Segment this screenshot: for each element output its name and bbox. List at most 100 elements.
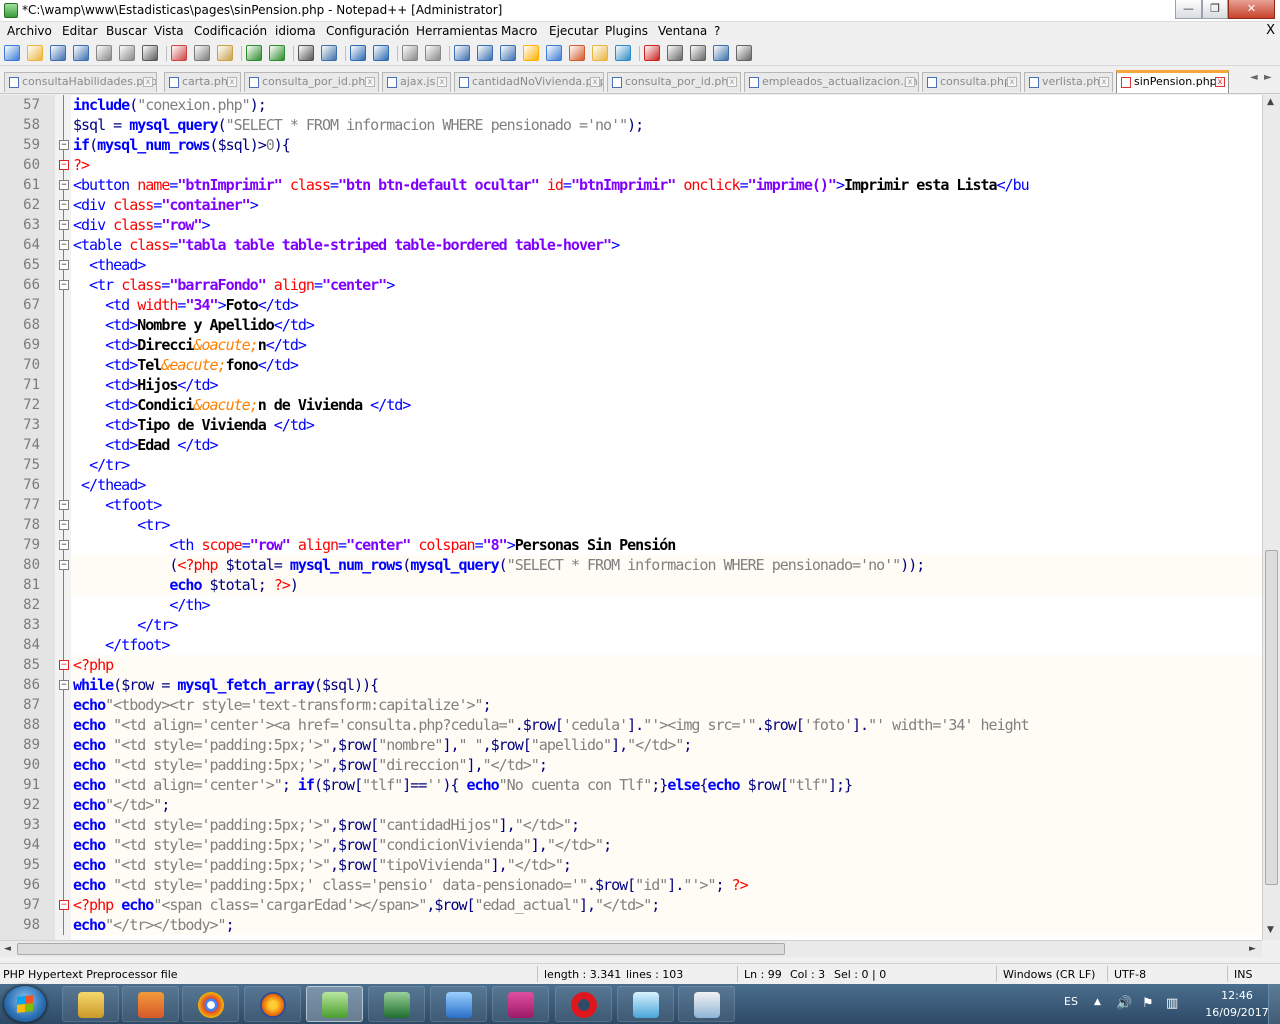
tab-close-icon[interactable]: x bbox=[905, 77, 915, 87]
tab-close-icon[interactable]: x bbox=[437, 77, 447, 87]
fold-toggle-icon[interactable]: − bbox=[59, 260, 69, 270]
taskbar-excel-notepad[interactable] bbox=[368, 986, 425, 1022]
tab-scroll-left-icon[interactable]: ◄ bbox=[1250, 72, 1258, 83]
sync-v-icon[interactable] bbox=[402, 45, 418, 61]
taskbar-notepad-plus-plus[interactable] bbox=[306, 986, 363, 1022]
show-desktop-button[interactable] bbox=[1268, 984, 1280, 1024]
fold-toggle-icon[interactable]: − bbox=[59, 280, 69, 290]
menu-help[interactable]: ? bbox=[714, 24, 720, 38]
menu-plugins[interactable]: Plugins bbox=[605, 24, 648, 38]
menu-codificacion[interactable]: Codificación bbox=[194, 24, 267, 38]
code-editor[interactable]: 57 include("conexion.php"); 58 $sql = mysql… bbox=[0, 95, 1262, 940]
sync-h-icon[interactable] bbox=[425, 45, 441, 61]
tab-1[interactable]: carta.php x bbox=[164, 72, 241, 92]
tray-expand-icon[interactable]: ▲ bbox=[1094, 997, 1101, 1007]
close-icon[interactable] bbox=[96, 45, 112, 61]
new-file-icon[interactable] bbox=[4, 45, 20, 61]
clock-date[interactable]: 16/09/2017 bbox=[1202, 1006, 1272, 1019]
volume-icon[interactable]: 🔊 bbox=[1116, 996, 1132, 1011]
close-all-icon[interactable] bbox=[119, 45, 135, 61]
fold-toggle-icon[interactable]: − bbox=[59, 900, 69, 910]
tab-scroll-right-icon[interactable]: ► bbox=[1264, 72, 1272, 83]
tab-close-icon[interactable]: x bbox=[227, 77, 237, 87]
doc-map-icon[interactable] bbox=[546, 45, 562, 61]
menu-macro[interactable]: Macro bbox=[501, 24, 537, 38]
find-icon[interactable] bbox=[298, 45, 314, 61]
tab-7[interactable]: consulta.php x bbox=[922, 72, 1021, 92]
zoom-out-icon[interactable] bbox=[373, 45, 389, 61]
fold-toggle-icon[interactable]: − bbox=[59, 560, 69, 570]
folder-workspace-icon[interactable] bbox=[592, 45, 608, 61]
taskbar-glass-window[interactable] bbox=[617, 986, 674, 1022]
vertical-scroll-thumb[interactable] bbox=[1265, 550, 1278, 885]
menu-vista[interactable]: Vista bbox=[154, 24, 184, 38]
horizontal-scroll-thumb[interactable] bbox=[17, 943, 785, 955]
minimize-button[interactable]: — bbox=[1175, 0, 1202, 19]
fold-toggle-icon[interactable]: − bbox=[59, 220, 69, 230]
taskbar-paint[interactable] bbox=[678, 986, 735, 1022]
tab-8[interactable]: verlista.php x bbox=[1024, 72, 1113, 92]
fold-toggle-icon[interactable]: − bbox=[59, 520, 69, 530]
horizontal-scrollbar[interactable]: ◄ ► bbox=[0, 940, 1262, 957]
tab-close-icon[interactable]: x bbox=[590, 77, 600, 87]
run-macro-multiple-icon[interactable] bbox=[713, 45, 729, 61]
scroll-right-icon[interactable]: ► bbox=[1249, 944, 1256, 954]
taskbar-firefox[interactable] bbox=[244, 986, 301, 1022]
record-macro-icon[interactable] bbox=[644, 45, 660, 61]
menu-ejecutar[interactable]: Ejecutar bbox=[549, 24, 599, 38]
stop-macro-icon[interactable] bbox=[667, 45, 683, 61]
open-file-icon[interactable] bbox=[27, 45, 43, 61]
play-macro-icon[interactable] bbox=[690, 45, 706, 61]
save-all-icon[interactable] bbox=[73, 45, 89, 61]
network-icon[interactable]: ▥ bbox=[1166, 996, 1178, 1011]
fold-toggle-icon[interactable]: − bbox=[59, 540, 69, 550]
copy-icon[interactable] bbox=[194, 45, 210, 61]
start-button[interactable] bbox=[4, 986, 46, 1022]
menu-editar[interactable]: Editar bbox=[62, 24, 98, 38]
scroll-up-icon[interactable]: ▲ bbox=[1267, 97, 1274, 107]
tab-close-icon[interactable]: x bbox=[365, 77, 375, 87]
maximize-button[interactable]: ❐ bbox=[1202, 0, 1228, 19]
taskbar-media-player[interactable] bbox=[122, 986, 179, 1022]
fold-toggle-icon[interactable]: − bbox=[59, 680, 69, 690]
close-button[interactable]: ✕ bbox=[1228, 0, 1275, 19]
taskbar-flash[interactable] bbox=[430, 986, 487, 1022]
taskbar-opera[interactable] bbox=[555, 986, 612, 1022]
language-indicator[interactable]: ES bbox=[1064, 995, 1078, 1008]
menu-configuracion[interactable]: Configuración bbox=[326, 24, 409, 38]
menu-buscar[interactable]: Buscar bbox=[106, 24, 147, 38]
clock-time[interactable]: 12:46 bbox=[1212, 989, 1262, 1002]
cut-icon[interactable] bbox=[171, 45, 187, 61]
fold-toggle-icon[interactable]: − bbox=[59, 240, 69, 250]
scroll-left-icon[interactable]: ◄ bbox=[4, 944, 11, 954]
user-lang-icon[interactable] bbox=[523, 45, 539, 61]
indent-guide-icon[interactable] bbox=[500, 45, 516, 61]
fold-toggle-icon[interactable]: − bbox=[59, 200, 69, 210]
taskbar-chrome[interactable] bbox=[182, 986, 239, 1022]
paste-icon[interactable] bbox=[217, 45, 233, 61]
all-chars-icon[interactable] bbox=[477, 45, 493, 61]
scroll-down-icon[interactable]: ▼ bbox=[1267, 925, 1274, 935]
taskbar-file-explorer[interactable] bbox=[62, 986, 119, 1022]
tab-9[interactable]: sinPension.php x bbox=[1116, 70, 1229, 93]
tab-close-icon[interactable]: x bbox=[727, 77, 737, 87]
vertical-scrollbar[interactable]: ▲ ▼ bbox=[1262, 95, 1280, 940]
menu-herramientas[interactable]: Herramientas bbox=[416, 24, 498, 38]
tab-2[interactable]: consulta_por_id.php x bbox=[244, 72, 379, 92]
tab-3[interactable]: ajax.js x bbox=[382, 72, 451, 92]
tab-0[interactable]: consultaHabilidades.php x bbox=[4, 72, 157, 92]
save-macro-icon[interactable] bbox=[736, 45, 752, 61]
tab-5[interactable]: consulta_por_id.php x bbox=[607, 72, 741, 92]
tab-close-icon[interactable]: x bbox=[1007, 77, 1017, 87]
undo-icon[interactable] bbox=[246, 45, 262, 61]
tab-4[interactable]: cantidadNoVivienda.php x bbox=[454, 72, 604, 92]
replace-icon[interactable] bbox=[321, 45, 337, 61]
menu-archivo[interactable]: Archivo bbox=[7, 24, 52, 38]
redo-icon[interactable] bbox=[269, 45, 285, 61]
fold-toggle-icon[interactable]: − bbox=[59, 500, 69, 510]
taskbar-winamp-like[interactable] bbox=[492, 986, 549, 1022]
save-icon[interactable] bbox=[50, 45, 66, 61]
fold-toggle-icon[interactable]: − bbox=[59, 140, 69, 150]
function-list-icon[interactable] bbox=[569, 45, 585, 61]
print-icon[interactable] bbox=[142, 45, 158, 61]
